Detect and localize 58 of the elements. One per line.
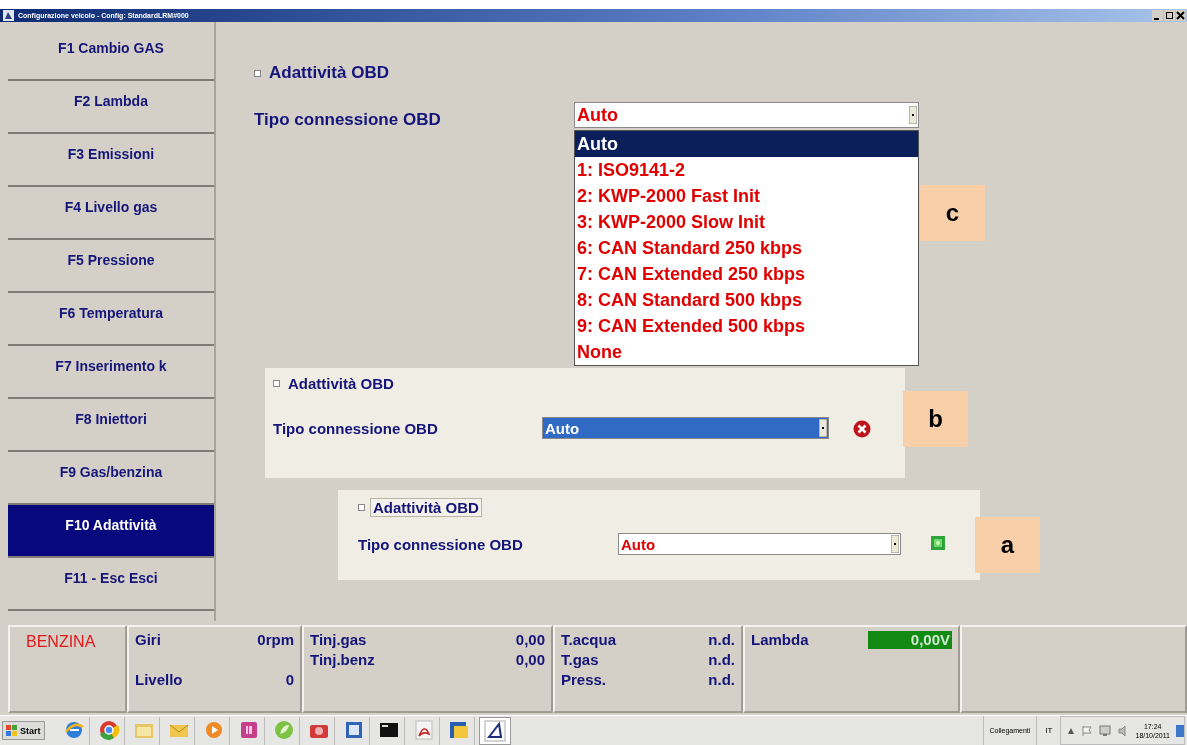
- status-label: T.gas: [561, 651, 599, 669]
- network-icon: [1099, 724, 1112, 737]
- dropdown-option[interactable]: 1: ISO9141-2: [575, 157, 918, 183]
- triangle-logo-icon[interactable]: [483, 719, 506, 742]
- dropdown[interactable]: Auto: [618, 533, 901, 555]
- lambda-meter: 0,00V: [868, 631, 952, 649]
- checkbox-label[interactable]: Adattività OBD: [266, 62, 392, 84]
- dropdown-arrow-icon: [819, 419, 827, 437]
- status-value: n.d.: [708, 651, 735, 669]
- windows-logo-icon: [6, 725, 18, 736]
- engine-mode: BENZINA: [8, 625, 127, 713]
- dropdown-option[interactable]: Auto: [575, 131, 918, 157]
- dropdown-option[interactable]: 9: CAN Extended 500 kbps: [575, 313, 918, 339]
- status-value: 0: [285, 671, 294, 689]
- status-label: Tinj.gas: [310, 631, 367, 649]
- checkbox[interactable]: [254, 69, 261, 77]
- dropdown-option[interactable]: 3: KWP-2000 Slow Init: [575, 209, 918, 235]
- dropdown-option[interactable]: 6: CAN Standard 250 kbps: [575, 235, 918, 261]
- browser-icon[interactable]: [97, 718, 120, 741]
- language-indicator[interactable]: IT: [1037, 726, 1061, 735]
- field-label: Tipo connessione OBD: [273, 419, 439, 437]
- pdf-icon[interactable]: [412, 718, 435, 741]
- dropdown-option[interactable]: None: [575, 339, 918, 365]
- callout-label: b: [903, 391, 968, 447]
- field-label: Tipo connessione OBD: [358, 535, 524, 553]
- status-value: 0rpm: [257, 631, 294, 649]
- dropdown-option[interactable]: 2: KWP-2000 Fast Init: [575, 183, 918, 209]
- checkbox[interactable]: [273, 380, 280, 387]
- callout-label: a: [975, 517, 1040, 573]
- status-label: Press.: [561, 671, 607, 689]
- dropdown[interactable]: Auto: [574, 102, 919, 128]
- status-label: T.acqua: [561, 631, 617, 649]
- sidebar-item[interactable]: F10 Adattività: [8, 505, 214, 558]
- status-value: n.d.: [708, 671, 735, 689]
- status-label: Livello: [135, 671, 183, 689]
- dropdown-arrow-icon: [891, 535, 899, 553]
- show-desktop-icon: [1176, 724, 1184, 737]
- dropdown-option[interactable]: 8: CAN Standard 500 kbps: [575, 287, 918, 313]
- app-icon: [3, 10, 14, 21]
- status-value: 0,00: [515, 651, 545, 669]
- status-label: Tinj.benz: [310, 651, 375, 669]
- dropdown-arrow-icon: [909, 106, 917, 124]
- dropdown[interactable]: Auto: [542, 417, 829, 439]
- status-value: 0,00: [515, 631, 545, 649]
- flag-icon: [1081, 724, 1094, 737]
- checkbox-label[interactable]: Adattività OBD: [285, 374, 397, 393]
- checkbox[interactable]: [358, 504, 365, 511]
- minimize-icon[interactable]: [1152, 10, 1163, 21]
- start-button[interactable]: Start: [2, 721, 45, 740]
- status-value: n.d.: [708, 631, 735, 649]
- status-label: Lambda: [751, 631, 809, 649]
- field-label: Tipo connessione OBD: [254, 109, 442, 130]
- maximize-icon[interactable]: [1164, 10, 1175, 21]
- status-label: Giri: [135, 631, 161, 649]
- close-icon[interactable]: [1176, 10, 1185, 21]
- dropdown-option[interactable]: 7: CAN Extended 250 kbps: [575, 261, 918, 287]
- callout-label: c: [920, 185, 985, 241]
- checkbox-label[interactable]: Adattività OBD: [370, 498, 482, 517]
